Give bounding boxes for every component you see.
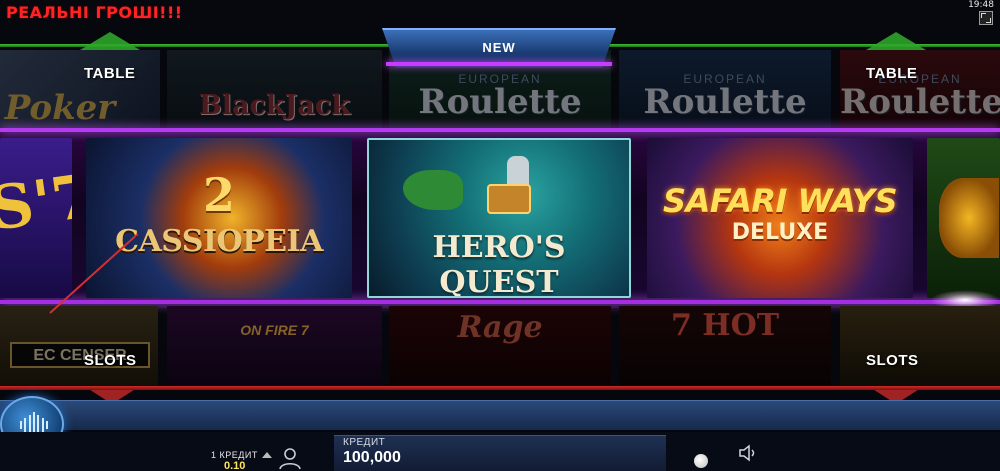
tab-new-label: NEW — [482, 40, 516, 55]
user-icon[interactable] — [278, 446, 302, 470]
game-art — [939, 178, 999, 258]
game-subtitle: DELUXE — [731, 220, 829, 245]
credit-label: КРЕДИТ — [343, 437, 386, 448]
featured-border-top — [0, 128, 1000, 132]
game-title: S'7 — [0, 161, 72, 245]
fullscreen-icon[interactable] — [979, 11, 993, 25]
game-tile-blackjack[interactable]: BlackJack — [167, 50, 382, 128]
dragon-illustration — [403, 170, 463, 210]
game-title: Roulette — [643, 82, 807, 122]
game-title: HERO'S QUEST — [432, 230, 566, 298]
game-tile-roulette-3[interactable]: EUROPEAN Roulette — [840, 50, 1000, 128]
game-title: Poker — [4, 88, 116, 128]
category-slots-label[interactable]: SLOTS — [866, 352, 919, 369]
game-tile-partial-right[interactable] — [927, 138, 1000, 298]
denomination-label: 1 КРЕДИТ — [211, 450, 258, 460]
game-tile-poker[interactable]: Poker — [0, 50, 160, 128]
game-title: Roulette — [840, 82, 1000, 122]
game-tile-heros-quest[interactable]: HERO'S QUEST — [367, 138, 631, 298]
category-slots-label[interactable]: SLOTS — [84, 352, 137, 369]
menu-dot-button[interactable] — [694, 454, 708, 468]
game-title: ON FIRE 7 — [240, 322, 309, 338]
treasure-chest-illustration — [487, 184, 531, 214]
featured-border-bottom — [0, 300, 1000, 304]
category-table-label[interactable]: TABLE — [84, 65, 135, 82]
game-tile-on-fire[interactable]: ON FIRE 7 — [167, 306, 382, 386]
credit-value: 100,000 — [343, 449, 401, 466]
game-title: Roulette — [418, 82, 582, 122]
game-tile-slot-right[interactable] — [840, 306, 1000, 386]
game-title: Rage — [457, 310, 543, 345]
game-tile-7-hot[interactable]: 7 HOT — [619, 306, 831, 386]
tab-new-glow — [386, 62, 612, 66]
horizontal-scrollbar[interactable] — [0, 400, 1000, 430]
game-tile-safari-ways-deluxe[interactable]: SAFARI WAYS DELUXE — [647, 138, 913, 298]
denomination-value[interactable]: 0.10 — [224, 460, 245, 471]
scroll-up-arrow-icon[interactable] — [80, 32, 140, 50]
game-tile-roulette-2[interactable]: EUROPEAN Roulette — [619, 50, 831, 128]
denomination-up-icon[interactable] — [262, 452, 272, 458]
game-title: SAFARI WAYS — [663, 182, 897, 220]
bottom-rail — [0, 386, 1000, 390]
game-tile-aztec[interactable]: EC CENSER — [0, 306, 158, 386]
category-table-label[interactable]: TABLE — [866, 65, 917, 82]
scroll-up-arrow-icon[interactable] — [866, 32, 926, 50]
game-tile-cassiopeia[interactable]: 2 CASSIOPEIA — [86, 138, 352, 298]
game-number: 2 — [202, 168, 235, 222]
game-tile-partial-left[interactable]: S'7 — [0, 138, 72, 298]
clock: 19:48 — [968, 0, 994, 10]
sound-icon[interactable] — [738, 444, 760, 462]
game-title: 7 HOT — [670, 308, 780, 343]
game-title: BlackJack — [198, 90, 351, 121]
game-tile-rage[interactable]: Rage — [389, 306, 611, 386]
real-money-label: РЕАЛЬНІ ГРОШІ!!! — [6, 3, 183, 22]
casino-lobby: РЕАЛЬНІ ГРОШІ!!! 19:48 Poker BlackJack E… — [0, 0, 1000, 471]
